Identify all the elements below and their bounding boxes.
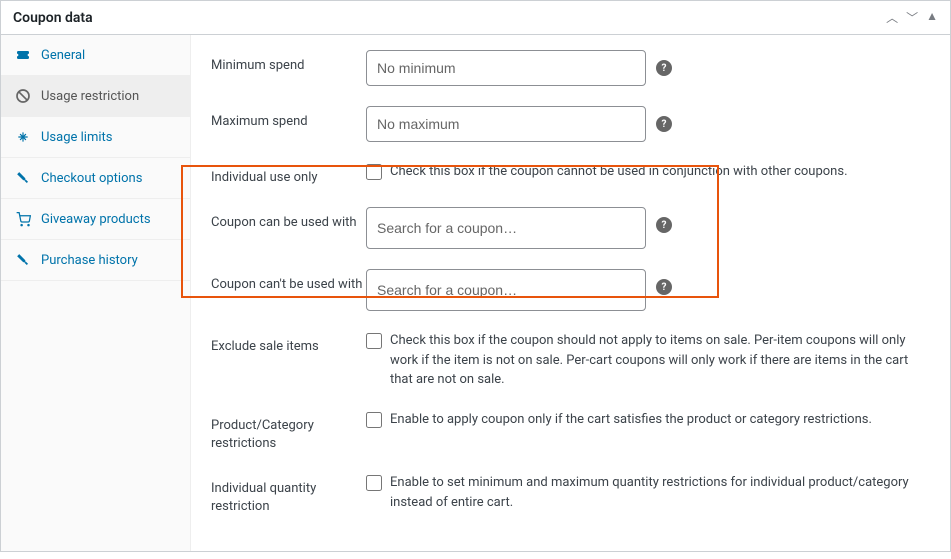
content-area: Minimum spend ? Maximum spend ? Individu… (191, 35, 950, 551)
row-not-used-with: Coupon can't be used with ? (211, 269, 930, 311)
help-icon[interactable]: ? (656, 116, 672, 132)
sidebar: General Usage restriction Usage limits C… (1, 35, 191, 551)
sidebar-item-usage-limits[interactable]: Usage limits (1, 117, 190, 158)
limits-icon (15, 129, 31, 145)
sidebar-item-purchase-history[interactable]: Purchase history (1, 240, 190, 281)
move-down-icon[interactable]: ﹀ (906, 9, 918, 26)
wrench-icon (15, 252, 31, 268)
sidebar-item-giveaway-products[interactable]: Giveaway products (1, 199, 190, 240)
help-icon[interactable]: ? (656, 217, 672, 233)
label-minimum-spend: Minimum spend (211, 50, 366, 75)
sidebar-item-label: Checkout options (41, 171, 142, 186)
sidebar-item-general[interactable]: General (1, 35, 190, 76)
desc-prod-cat[interactable]: Enable to apply coupon only if the cart … (390, 410, 872, 430)
wrench-icon (15, 170, 31, 186)
ban-icon (15, 88, 31, 104)
panel-header: Coupon data ︿ ﹀ ▲ (1, 1, 950, 35)
coupon-data-panel: Coupon data ︿ ﹀ ▲ General Usage restrict… (0, 0, 951, 552)
label-individual-use: Individual use only (211, 162, 366, 187)
ticket-icon (15, 47, 31, 63)
input-maximum-spend[interactable] (366, 106, 646, 142)
toggle-collapse-icon[interactable]: ▲ (926, 9, 938, 26)
move-up-icon[interactable]: ︿ (886, 9, 898, 26)
panel-header-controls: ︿ ﹀ ▲ (886, 9, 938, 26)
label-used-with: Coupon can be used with (211, 207, 366, 232)
sidebar-item-label: General (41, 48, 85, 63)
panel-body: General Usage restriction Usage limits C… (1, 35, 950, 551)
sidebar-item-label: Usage restriction (41, 89, 139, 104)
row-individual-use: Individual use only Check this box if th… (211, 162, 930, 187)
checkbox-ind-qty[interactable] (366, 475, 382, 491)
desc-exclude-sale[interactable]: Check this box if the coupon should not … (390, 331, 930, 390)
label-prod-cat: Product/Category restrictions (211, 410, 366, 453)
row-ind-qty: Individual quantity restriction Enable t… (211, 473, 930, 516)
input-minimum-spend[interactable] (366, 50, 646, 86)
sidebar-item-label: Giveaway products (41, 212, 151, 227)
label-ind-qty: Individual quantity restriction (211, 473, 366, 516)
checkbox-prod-cat[interactable] (366, 412, 382, 428)
row-prod-cat: Product/Category restrictions Enable to … (211, 410, 930, 453)
checkbox-individual-use[interactable] (366, 164, 382, 180)
input-not-used-with[interactable] (366, 269, 646, 311)
row-used-with: Coupon can be used with ? (211, 207, 930, 249)
sidebar-item-checkout-options[interactable]: Checkout options (1, 158, 190, 199)
help-icon[interactable]: ? (656, 279, 672, 295)
row-exclude-sale: Exclude sale items Check this box if the… (211, 331, 930, 390)
sidebar-item-label: Usage limits (41, 130, 112, 145)
sidebar-item-usage-restriction[interactable]: Usage restriction (1, 76, 190, 117)
desc-ind-qty[interactable]: Enable to set minimum and maximum quanti… (390, 473, 930, 512)
sidebar-item-label: Purchase history (41, 253, 138, 268)
panel-title: Coupon data (13, 10, 93, 26)
desc-individual-use[interactable]: Check this box if the coupon cannot be u… (390, 162, 848, 182)
help-icon[interactable]: ? (656, 60, 672, 76)
row-maximum-spend: Maximum spend ? (211, 106, 930, 142)
label-exclude-sale: Exclude sale items (211, 331, 366, 356)
cart-icon (15, 211, 31, 227)
label-not-used-with: Coupon can't be used with (211, 269, 366, 294)
input-used-with[interactable] (366, 207, 646, 249)
label-maximum-spend: Maximum spend (211, 106, 366, 131)
row-minimum-spend: Minimum spend ? (211, 50, 930, 86)
checkbox-exclude-sale[interactable] (366, 333, 382, 349)
